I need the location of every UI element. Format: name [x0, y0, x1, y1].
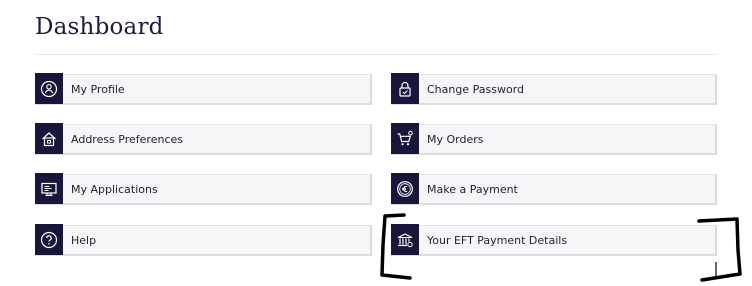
- my-orders-card[interactable]: My Orders: [391, 123, 717, 155]
- make-payment-card[interactable]: Make a Payment: [391, 173, 717, 205]
- my-profile-label: My Profile: [71, 82, 125, 96]
- question-icon: [35, 224, 63, 255]
- change-password-label: Change Password: [427, 82, 524, 96]
- house-icon: [35, 123, 63, 154]
- my-applications-label: My Applications: [71, 182, 158, 196]
- address-preferences-label: Address Preferences: [71, 132, 183, 146]
- help-label: Help: [71, 233, 97, 247]
- page-title: Dashboard: [35, 14, 164, 40]
- euro-coin-icon: [391, 173, 419, 204]
- my-profile-card[interactable]: My Profile: [35, 73, 372, 105]
- make-payment-label: Make a Payment: [427, 182, 518, 196]
- monitor-icon: [35, 173, 63, 204]
- padlock-icon: [391, 73, 419, 104]
- cart-icon: [391, 123, 419, 154]
- user-icon: [35, 73, 63, 104]
- help-card[interactable]: Help: [35, 224, 372, 256]
- change-password-card[interactable]: Change Password: [391, 73, 717, 105]
- eft-payment-details-card[interactable]: Your EFT Payment Details: [391, 224, 717, 256]
- address-preferences-card[interactable]: Address Preferences: [35, 123, 372, 155]
- my-orders-label: My Orders: [427, 132, 484, 146]
- bank-icon: [391, 224, 419, 255]
- my-applications-card[interactable]: My Applications: [35, 173, 372, 205]
- title-divider: [35, 54, 717, 55]
- eft-payment-details-label: Your EFT Payment Details: [427, 233, 568, 247]
